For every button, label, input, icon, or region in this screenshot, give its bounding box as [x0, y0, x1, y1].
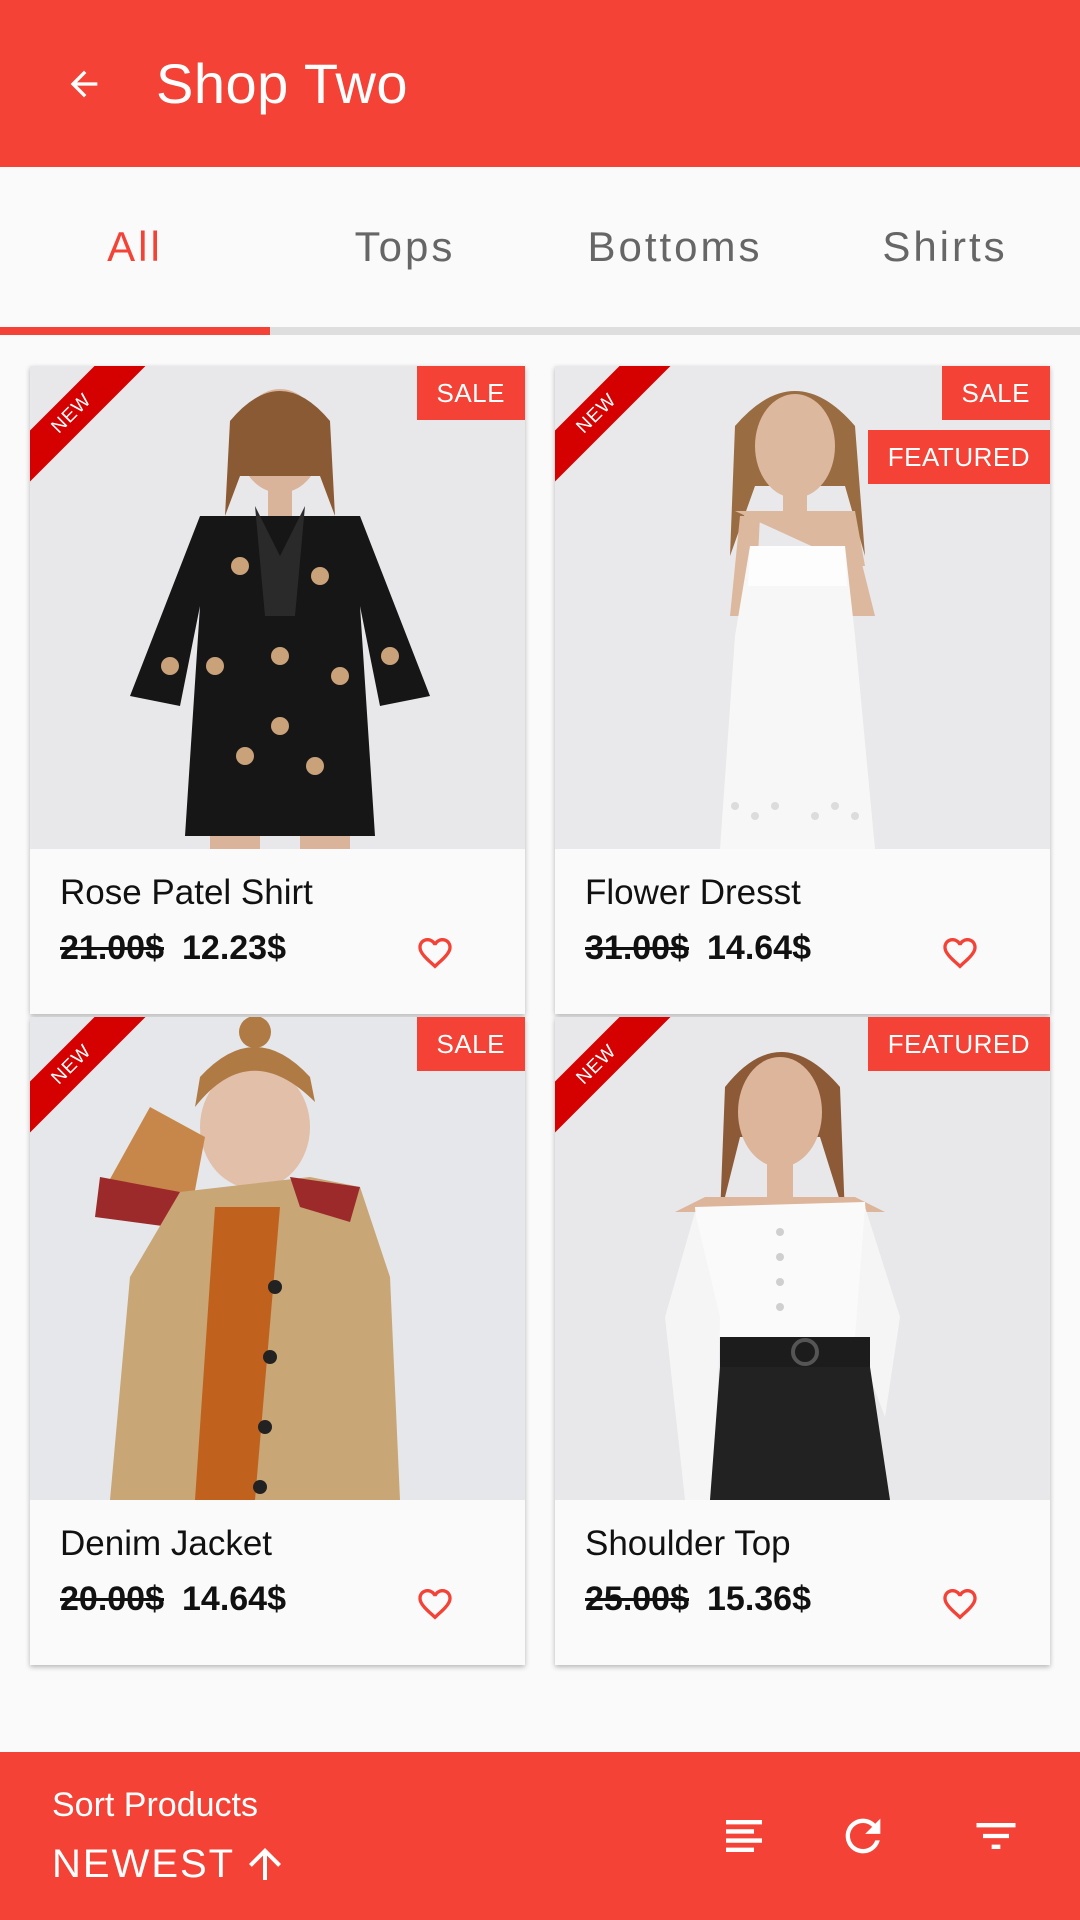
sale-badge: SALE [941, 366, 1050, 420]
filter-icon[interactable] [964, 1804, 1028, 1868]
new-ribbon-label: NEW [555, 1017, 674, 1137]
product-name: Denim Jacket [60, 1524, 273, 1563]
current-price: 12.23$ [182, 929, 286, 967]
current-price: 15.36$ [707, 1580, 811, 1618]
new-ribbon: NEW [555, 366, 675, 486]
product-info: Flower Dresst 31.00$ 14.64$ [555, 849, 1050, 1014]
new-ribbon-label: NEW [30, 366, 149, 486]
tab-bottoms[interactable]: Bottoms [540, 167, 810, 327]
product-card[interactable]: NEW FEATURED Shoulder Top 25.00$ 15.36$ [555, 1017, 1050, 1665]
product-info: Denim Jacket 20.00$ 14.64$ [30, 1500, 525, 1665]
category-tabs: All Tops Bottoms Shirts [0, 167, 1080, 335]
refresh-icon[interactable] [831, 1804, 895, 1868]
old-price: 21.00$ [60, 929, 164, 967]
back-button[interactable] [24, 0, 144, 167]
product-info: Rose Patel Shirt 21.00$ 12.23$ [30, 849, 525, 1014]
featured-badge: FEATURED [867, 1017, 1050, 1071]
page-title: Shop Two [156, 52, 409, 115]
new-ribbon: NEW [30, 1017, 150, 1137]
product-name: Shoulder Top [585, 1524, 791, 1563]
new-ribbon: NEW [30, 366, 150, 486]
current-price: 14.64$ [707, 929, 811, 967]
sort-selector[interactable]: NEWEST [52, 1840, 289, 1888]
tab-tops[interactable]: Tops [270, 167, 540, 327]
product-card[interactable]: NEW SALE FEATURED Flower Dresst 31.00$ 1… [555, 366, 1050, 1014]
product-name: Rose Patel Shirt [60, 873, 313, 912]
price-row: 21.00$ 12.23$ [60, 929, 286, 968]
favorite-heart-icon[interactable] [415, 933, 455, 973]
tab-all[interactable]: All [0, 167, 270, 335]
favorite-heart-icon[interactable] [940, 933, 980, 973]
sort-label: Sort Products [52, 1786, 258, 1824]
arrow-back-icon [70, 70, 98, 97]
favorite-heart-icon[interactable] [940, 1584, 980, 1624]
sort-value: NEWEST [52, 1841, 236, 1886]
product-card[interactable]: NEW SALE Rose Patel Shirt 21.00$ 12.23$ [30, 366, 525, 1014]
product-info: Shoulder Top 25.00$ 15.36$ [555, 1500, 1050, 1665]
new-ribbon-label: NEW [30, 1017, 149, 1137]
tab-shirts[interactable]: Shirts [810, 167, 1080, 327]
old-price: 25.00$ [585, 1580, 689, 1618]
product-card[interactable]: NEW SALE Denim Jacket 20.00$ 14.64$ [30, 1017, 525, 1665]
favorite-heart-icon[interactable] [415, 1584, 455, 1624]
new-ribbon: NEW [555, 1017, 675, 1137]
sale-badge: SALE [416, 1017, 525, 1071]
featured-badge: FEATURED [867, 430, 1050, 484]
arrow-up-icon [249, 1848, 282, 1880]
product-name: Flower Dresst [585, 873, 801, 912]
sort-lines-icon[interactable] [712, 1804, 776, 1868]
price-row: 20.00$ 14.64$ [60, 1580, 286, 1619]
price-row: 31.00$ 14.64$ [585, 929, 811, 968]
current-price: 14.64$ [182, 1580, 286, 1618]
new-ribbon-label: NEW [555, 366, 674, 486]
price-row: 25.00$ 15.36$ [585, 1580, 811, 1619]
app-bar: Shop Two [0, 0, 1080, 167]
old-price: 20.00$ [60, 1580, 164, 1618]
sale-badge: SALE [416, 366, 525, 420]
bottom-bar: Sort Products NEWEST [0, 1752, 1080, 1920]
old-price: 31.00$ [585, 929, 689, 967]
